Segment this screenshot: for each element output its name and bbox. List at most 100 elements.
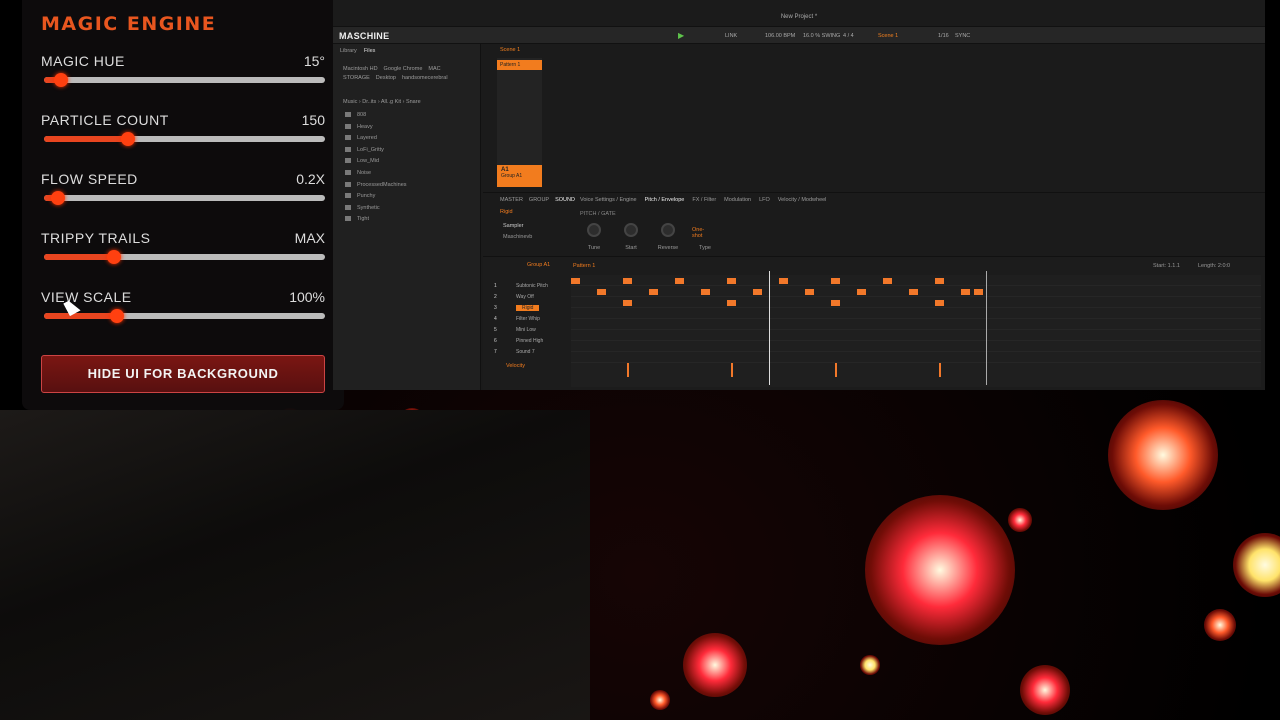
module-tab[interactable]: Pitch / Envelope <box>645 197 685 203</box>
note[interactable] <box>727 300 736 306</box>
note[interactable] <box>623 278 632 284</box>
loop-end-marker[interactable] <box>986 271 987 385</box>
param-label: Tune <box>587 245 601 251</box>
module-tab[interactable]: FX / Filter <box>692 197 716 203</box>
folder-item[interactable]: Punchy <box>345 193 375 199</box>
slider-value: 100% <box>289 289 325 305</box>
folder-item[interactable]: Synthetic <box>345 205 380 211</box>
pattern-clip[interactable]: Pattern 1 <box>497 60 542 70</box>
note[interactable] <box>753 289 762 295</box>
slider-thumb[interactable] <box>51 191 66 205</box>
velocity-bar[interactable] <box>835 363 837 377</box>
param-knob[interactable] <box>587 223 601 237</box>
slider-control: FLOW SPEED 0.2X <box>41 171 325 211</box>
location-item[interactable]: Desktop <box>376 75 396 81</box>
link-label[interactable]: LINK <box>725 33 737 39</box>
type-value[interactable]: One-shot <box>692 227 704 239</box>
folder-item[interactable]: Low_Mid <box>345 158 379 164</box>
scene-display[interactable]: Scene 1 <box>878 33 898 39</box>
note[interactable] <box>571 278 580 284</box>
location-item[interactable]: Google Chrome <box>384 66 423 72</box>
note[interactable] <box>701 289 710 295</box>
location-item[interactable]: handsomecerebral <box>402 75 448 81</box>
play-icon[interactable]: ▶ <box>678 31 684 40</box>
module-tab[interactable]: LFO <box>759 197 770 203</box>
slider-thumb[interactable] <box>121 132 136 146</box>
grid-display[interactable]: 1/16 <box>938 33 949 39</box>
note[interactable] <box>675 278 684 284</box>
folder-item[interactable]: Layered <box>345 135 377 141</box>
note[interactable] <box>883 278 892 284</box>
slider-track[interactable] <box>44 191 325 205</box>
folder-item[interactable]: 808 <box>345 112 366 118</box>
slider-track[interactable] <box>44 250 325 264</box>
sound-slot[interactable]: Pinned High <box>516 338 543 344</box>
note[interactable] <box>974 289 983 295</box>
sound-slot[interactable]: Mini Low <box>516 327 536 333</box>
slider-track[interactable] <box>44 132 325 146</box>
sound-name[interactable]: Rigid <box>500 209 513 215</box>
group-slot[interactable]: A1 Group A1 <box>497 165 542 187</box>
module-tab[interactable]: Velocity / Modwheel <box>778 197 827 203</box>
note[interactable] <box>805 289 814 295</box>
velocity-bar[interactable] <box>939 363 941 377</box>
signature-display[interactable]: 4 / 4 <box>843 33 854 39</box>
slider-label: MAGIC HUE <box>41 53 125 69</box>
swing-display[interactable]: 16.0 % SWING <box>803 33 840 39</box>
folder-item[interactable]: LoFi_Gritty <box>345 147 384 153</box>
library-tab[interactable]: Files <box>364 48 376 54</box>
tempo-display[interactable]: 106.00 BPM <box>765 33 795 39</box>
note[interactable] <box>961 289 970 295</box>
velocity-label[interactable]: Velocity <box>506 363 525 369</box>
sound-slot[interactable]: Way Off <box>516 294 534 300</box>
group-tab[interactable]: GROUP <box>529 197 549 203</box>
note[interactable] <box>909 289 918 295</box>
pattern-label[interactable]: Pattern 1 <box>573 263 595 269</box>
slider-track[interactable] <box>44 73 325 87</box>
module-tab[interactable]: Modulation <box>724 197 751 203</box>
sound-slot[interactable]: Rigid <box>516 305 540 311</box>
sound-slot[interactable]: Subtonic Pitch <box>516 283 548 289</box>
group-tab[interactable]: MASTER <box>500 197 523 203</box>
plugin-sampler[interactable]: Sampler <box>503 223 523 229</box>
param-knob[interactable] <box>661 223 675 237</box>
slider-track[interactable] <box>44 309 325 323</box>
sound-slot[interactable]: Filter Whip <box>516 316 540 322</box>
note[interactable] <box>831 278 840 284</box>
sync-label[interactable]: SYNC <box>955 33 970 39</box>
maschine-logo: MASCHINE <box>339 31 390 41</box>
breadcrumb[interactable]: Music › Dr..its › All..g Kit › Snare <box>343 99 421 105</box>
note[interactable] <box>623 300 632 306</box>
slider-control: TRIPPY TRAILS MAX <box>41 230 325 270</box>
folder-item[interactable]: Heavy <box>345 124 373 130</box>
note[interactable] <box>779 278 788 284</box>
note[interactable] <box>935 300 944 306</box>
note[interactable] <box>597 289 606 295</box>
slider-thumb[interactable] <box>107 250 122 264</box>
velocity-bar[interactable] <box>731 363 733 377</box>
library-tab[interactable]: Library <box>340 48 357 54</box>
module-tab[interactable]: Voice Settings / Engine <box>580 197 637 203</box>
note[interactable] <box>935 278 944 284</box>
plugin-maschinevb[interactable]: Maschinevb <box>503 234 532 240</box>
sound-slot[interactable]: Sound 7 <box>516 349 535 355</box>
param-knob[interactable] <box>624 223 638 237</box>
velocity-bar[interactable] <box>627 363 629 377</box>
slider-control: PARTICLE COUNT 150 <box>41 112 325 152</box>
note[interactable] <box>727 278 736 284</box>
note[interactable] <box>649 289 658 295</box>
folder-item[interactable]: Noise <box>345 170 371 176</box>
grid-row <box>571 308 1261 319</box>
location-item[interactable]: Macintosh HD <box>343 66 378 72</box>
folder-item[interactable]: ProcessedMachines <box>345 182 407 188</box>
slider-thumb[interactable] <box>110 309 125 323</box>
group-tab[interactable]: SOUND <box>555 197 575 203</box>
scene-tab[interactable]: Scene 1 <box>500 47 520 53</box>
note-grid[interactable] <box>571 275 1261 387</box>
playhead[interactable] <box>769 271 770 385</box>
note[interactable] <box>831 300 840 306</box>
slider-thumb[interactable] <box>53 73 68 87</box>
folder-item[interactable]: Tight <box>345 216 369 222</box>
hide-ui-button[interactable]: HIDE UI FOR BACKGROUND <box>41 355 325 393</box>
note[interactable] <box>857 289 866 295</box>
